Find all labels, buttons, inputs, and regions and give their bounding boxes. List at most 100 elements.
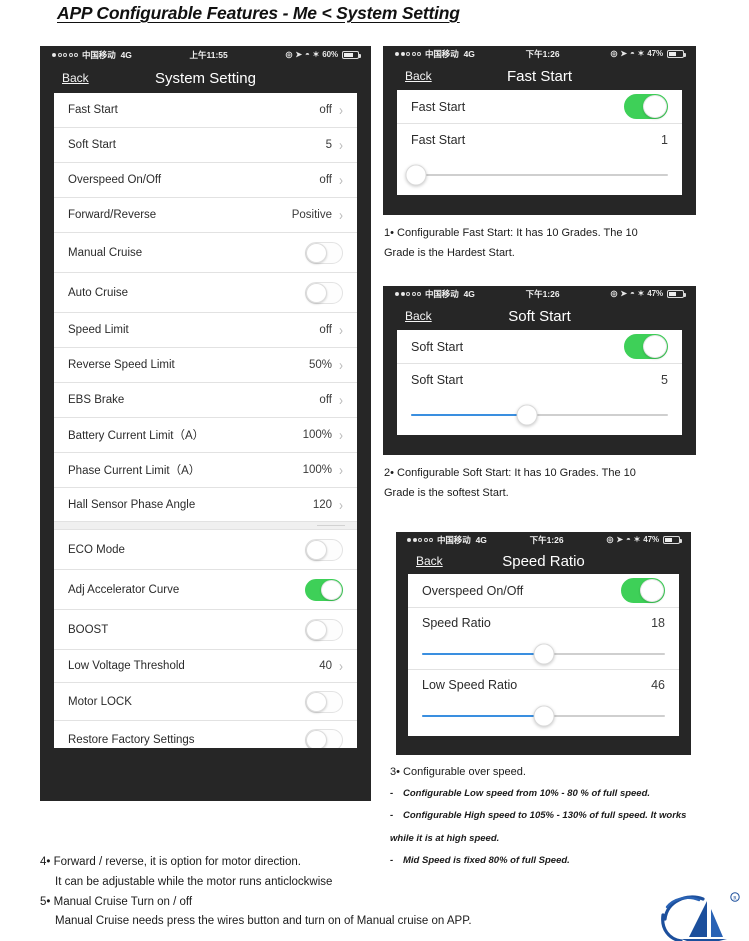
chevron-right-icon: › [339, 321, 343, 339]
page-title: APP Configurable Features - Me < System … [57, 3, 460, 23]
table-row[interactable]: Hall Sensor Phase Angle 120 › [54, 488, 357, 521]
row-value: 120 [312, 498, 332, 511]
phone-fast-start: 中国移动 4G 下午1:26 ◎ ➤ ◓ ✶ 47% Back Fast Sta… [383, 46, 696, 215]
row-label: Manual Cruise [68, 246, 143, 259]
row-value: off [319, 394, 332, 406]
battery-percent-label: 47% [643, 535, 659, 544]
row-label: Restore Factory Settings [68, 733, 195, 746]
back-button[interactable]: Back [405, 309, 432, 323]
fast-start-card: Fast Start Fast Start 1 [397, 90, 682, 195]
table-row[interactable]: Fast Start off › [54, 93, 357, 128]
slider-track[interactable] [411, 404, 668, 425]
row-label: Auto Cruise [68, 286, 129, 299]
table-row[interactable]: Adj Accelerator Curve [54, 570, 357, 610]
table-row[interactable]: Soft Start [397, 330, 682, 364]
slider-fill [422, 652, 544, 655]
slider-thumb[interactable] [533, 643, 554, 664]
low-speed-ratio-slider-row[interactable] [408, 700, 679, 732]
back-button[interactable]: Back [62, 71, 89, 85]
table-row[interactable]: Soft Start 5 › [54, 128, 357, 163]
caption-line: Grade is the softest Start. [384, 487, 509, 500]
table-row[interactable]: Fast Start [397, 90, 682, 124]
chevron-right-icon: › [339, 136, 343, 154]
statusbar-speed-ratio: 中国移动 4G 下午1:26 ◎ ➤ ◓ ✶ 47% [396, 532, 691, 548]
manual-cruise-toggle[interactable] [305, 241, 343, 264]
eco-mode-toggle[interactable] [305, 538, 343, 561]
navbar-fast-start: Back Fast Start [383, 62, 696, 90]
auto-cruise-toggle[interactable] [305, 281, 343, 304]
signal-dots-icon [52, 52, 78, 57]
clock-label: 下午1:26 [525, 49, 560, 59]
statusbar-fast-start: 中国移动 4G 下午1:26 ◎ ➤ ◓ ✶ 47% [383, 46, 696, 62]
slider-thumb[interactable] [405, 164, 427, 185]
chevron-right-icon: › [339, 356, 343, 374]
table-row[interactable]: Reverse Speed Limit 50% › [54, 348, 357, 383]
location-icon: ➤ [295, 49, 302, 59]
sub-item: - Configurable Low speed from 10% - 80 % … [390, 788, 651, 799]
table-row[interactable]: Overspeed On/Off off › [54, 163, 357, 198]
table-row[interactable]: ECO Mode [54, 530, 357, 570]
caption-line: 2• Configurable Soft Start: It has 10 Gr… [384, 467, 636, 479]
location-icon: ➤ [620, 49, 627, 58]
overspeed-toggle[interactable] [621, 578, 665, 603]
table-row[interactable]: Battery Current Limit（A） 100% › [54, 418, 357, 453]
caption-over-speed-heading: 3• Configurable over speed. [390, 762, 526, 782]
network-type-label: 4G [463, 49, 475, 59]
page-root: APP Configurable Features - Me < System … [0, 0, 749, 941]
row-label: Speed Ratio [422, 616, 491, 630]
table-row[interactable]: Auto Cruise [54, 273, 357, 313]
row-label: ECO Mode [68, 543, 125, 556]
table-row[interactable]: Restore Factory Settings [54, 721, 357, 748]
soft-start-slider-row[interactable] [397, 396, 682, 433]
row-value: 5 [325, 139, 332, 151]
row-value: 100% [302, 464, 332, 476]
slider-thumb[interactable] [533, 705, 554, 727]
table-row[interactable]: EBS Brake off › [54, 383, 357, 418]
clock-label: 上午11:55 [189, 49, 228, 60]
back-button[interactable]: Back [405, 69, 432, 83]
clock-label: 下午1:26 [525, 289, 560, 299]
table-row[interactable]: Manual Cruise [54, 233, 357, 273]
slider-thumb[interactable] [516, 404, 538, 425]
bottom-notes: 4• Forward / reverse, it is option for m… [40, 853, 660, 932]
back-button[interactable]: Back [416, 554, 443, 568]
row-label: EBS Brake [68, 394, 125, 406]
sub-item-text: Configurable Low speed from 10% - 80 % o… [403, 788, 651, 799]
table-row: Speed Ratio 18 [408, 608, 679, 638]
table-row[interactable]: Phase Current Limit（A） 100% › [54, 453, 357, 488]
table-row: Soft Start 5 [397, 364, 682, 396]
chevron-right-icon: › [339, 461, 343, 479]
carrier-label: 中国移动 [425, 289, 459, 299]
chevron-right-icon: › [339, 426, 343, 444]
bluetooth-icon: ✶ [633, 535, 641, 544]
chevron-right-icon: › [339, 391, 343, 409]
navbar-speed-ratio: Back Speed Ratio [396, 548, 691, 574]
network-type-label: 4G [120, 49, 132, 60]
slider-track[interactable] [422, 705, 665, 727]
note-line: 4• Forward / reverse, it is option for m… [40, 856, 301, 868]
table-row[interactable]: BOOST [54, 610, 357, 650]
motor-lock-toggle[interactable] [305, 690, 343, 713]
fast-start-toggle[interactable] [624, 94, 668, 119]
speed-ratio-slider-row[interactable] [408, 638, 679, 670]
chevron-right-icon: › [339, 206, 343, 224]
soft-start-toggle[interactable] [624, 334, 668, 359]
note-line: Manual Cruise needs press the wires butt… [55, 915, 472, 928]
row-value: off [319, 104, 332, 116]
slider-track[interactable] [422, 643, 665, 664]
row-value: 5 [661, 373, 668, 387]
carrier-label: 中国移动 [82, 49, 116, 60]
battery-icon [663, 536, 682, 544]
table-row[interactable]: Overspeed On/Off [408, 574, 679, 608]
adj-accelerator-curve-toggle[interactable] [305, 578, 343, 601]
fast-start-slider-row[interactable] [397, 156, 682, 193]
location-icon: ➤ [620, 289, 627, 298]
boost-toggle[interactable] [305, 618, 343, 641]
table-row[interactable]: Forward/Reverse Positive › [54, 198, 357, 233]
table-row[interactable]: Speed Limit off › [54, 313, 357, 348]
table-row[interactable]: Motor LOCK [54, 683, 357, 721]
slider-track[interactable] [405, 164, 668, 185]
caption-line: 3• Configurable over speed. [390, 766, 526, 778]
restore-factory-settings-toggle[interactable] [305, 728, 343, 748]
table-row[interactable]: Low Voltage Threshold 40 › [54, 650, 357, 683]
